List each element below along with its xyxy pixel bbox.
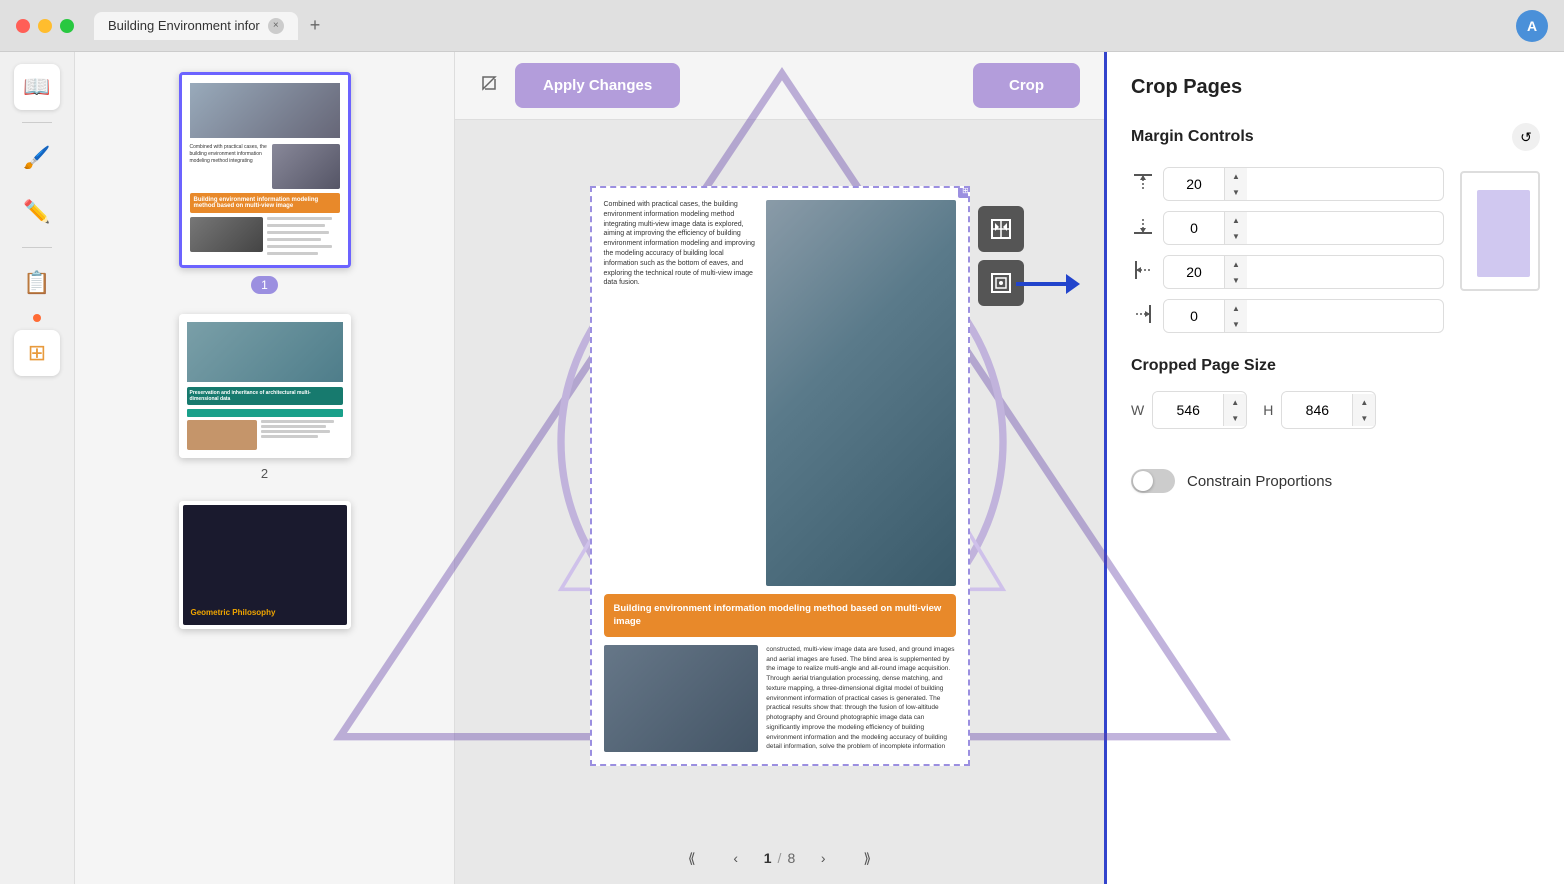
crop-fit-button[interactable] [978,206,1024,252]
arrow-indicator [1016,274,1080,294]
page-bottom-text-right: constructed, multi-view image data are f… [766,645,955,752]
page-bottom-image [604,645,759,752]
toggle-knob [1133,471,1153,491]
arrow-body [1016,282,1066,286]
thumbnail-item-3[interactable]: Geometric Philosophy [179,501,351,629]
thumb3-dark-bg: Geometric Philosophy [183,505,347,625]
canvas-area: ⊞ Combined with practical cases, the bui… [455,120,1104,832]
page-top-text: Combined with practical cases, the build… [604,200,759,586]
page-top-row: Combined with practical cases, the build… [604,200,956,586]
page-title-banner: Building environment information modelin… [604,594,956,637]
page-top-image [766,200,955,586]
thumbnail-panel: Combined with practical cases, the build… [75,52,455,884]
page-content-area: Combined with practical cases, the build… [592,188,968,764]
page-wrapper: ⊞ Combined with practical cases, the bui… [590,186,970,766]
page-canvas: ⊞ Combined with practical cases, the bui… [590,186,970,766]
main-layout: 📖 🖌️ ✏️ 📋 ⊞ [0,52,1564,884]
margin-preview [1460,171,1540,291]
main-content: Apply Changes Crop ⊞ Combined with pract… [455,52,1104,884]
arrow-head [1066,274,1080,294]
thumb3-content: Geometric Philosophy [179,501,351,629]
page-bottom-row: constructed, multi-view image data are f… [604,645,956,752]
margin-preview-inner [1477,190,1530,277]
constrain-proportions-toggle[interactable] [1131,469,1175,493]
crop-corner-handle[interactable]: ⊞ [958,186,970,198]
thumbnail-frame-3: Geometric Philosophy [179,501,351,629]
